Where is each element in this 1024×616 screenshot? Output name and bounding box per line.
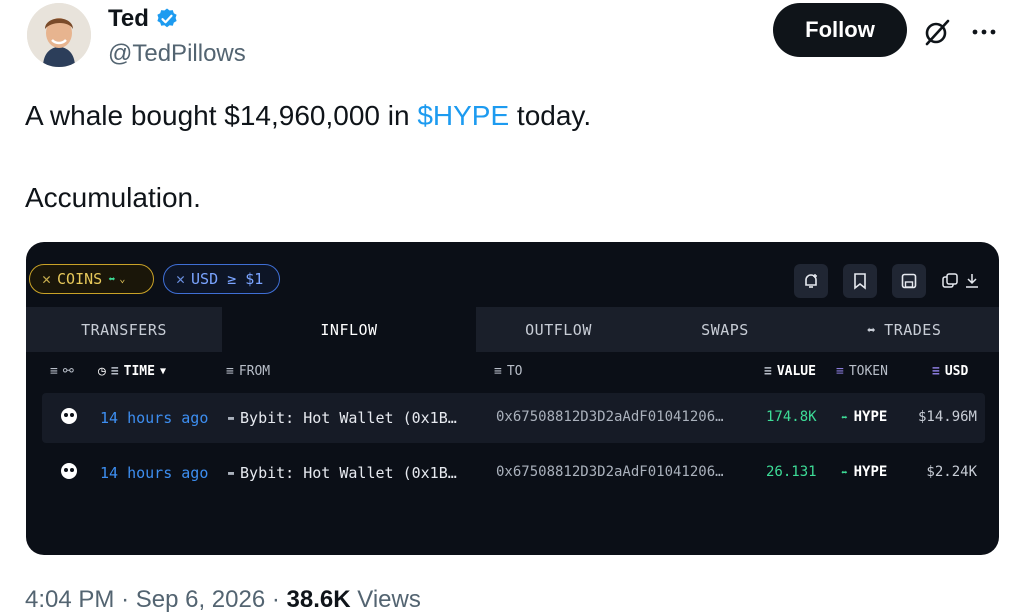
column-header-usd[interactable]: ≡ USD	[932, 364, 968, 379]
column-header-time[interactable]: ◷ ≡ TIME ▼	[98, 364, 166, 379]
row-from[interactable]: ▬ Bybit: Hot Wallet (0x1B…	[228, 464, 457, 482]
bookmark-button[interactable]	[843, 264, 877, 298]
column-header-value[interactable]: ≡ VALUE	[764, 364, 816, 379]
row-token[interactable]: ⬌ HYPE	[841, 464, 887, 480]
filter-link-header[interactable]: ≡ ⚯	[50, 364, 74, 379]
row-from[interactable]: ▬ Bybit: Hot Wallet (0x1B…	[228, 409, 457, 427]
hype-token-icon: ⬌	[108, 272, 116, 286]
bookmark-icon	[854, 273, 866, 290]
coins-filter-label: COINS	[57, 270, 103, 288]
hype-token-icon: ⬌	[841, 465, 848, 479]
entity-icon[interactable]	[60, 462, 78, 480]
views-count: 38.6K	[286, 586, 351, 613]
tweet-text-line2: Accumulation.	[25, 182, 201, 213]
tweet-text: A whale bought $14,960,000 in $HYPE toda…	[25, 97, 592, 213]
row-usd: $2.24K	[926, 464, 977, 480]
hype-token-icon: ⬌	[866, 320, 877, 339]
attached-image-card[interactable]: ✕ COINS ⬌ ⌄ ✕ USD ≥ $1 TRANSFERS INFLOW …	[26, 242, 999, 555]
author-display-name[interactable]: Ted	[108, 5, 179, 33]
table-row[interactable]: 14 hours ago ▬ Bybit: Hot Wallet (0x1B… …	[42, 393, 985, 443]
avatar[interactable]	[27, 3, 91, 67]
author-name-text: Ted	[108, 5, 149, 32]
tweet-date[interactable]: Sep 6, 2026	[136, 586, 265, 613]
row-token-text: HYPE	[853, 464, 888, 480]
table-row[interactable]: 14 hours ago ▬ Bybit: Hot Wallet (0x1B… …	[42, 448, 985, 498]
row-value: 26.131	[766, 464, 817, 480]
row-value: 174.8K	[766, 409, 817, 425]
filter-icon[interactable]: ≡	[836, 364, 844, 379]
remove-filter-icon[interactable]: ✕	[42, 270, 51, 288]
column-header-to[interactable]: ≡ TO	[494, 364, 522, 379]
row-token[interactable]: ⬌ HYPE	[841, 409, 887, 425]
link-icon[interactable]: ⚯	[63, 364, 74, 379]
tab-outflow[interactable]: OUTFLOW	[476, 307, 641, 352]
chevron-down-icon[interactable]: ⌄	[119, 274, 125, 285]
filter-icon[interactable]: ≡	[764, 364, 772, 379]
clock-icon: ◷	[98, 364, 106, 379]
save-button[interactable]	[892, 264, 926, 298]
tab-swaps[interactable]: SWAPS	[641, 307, 809, 352]
remove-filter-icon[interactable]: ✕	[176, 270, 185, 288]
alert-add-icon	[805, 274, 817, 288]
tab-inflow[interactable]: INFLOW	[222, 307, 476, 352]
filter-icon[interactable]: ≡	[494, 364, 502, 379]
row-time[interactable]: 14 hours ago	[100, 409, 208, 427]
tab-trades[interactable]: ⬌ TRADES	[809, 307, 999, 352]
exchange-icon: ▬	[228, 412, 235, 424]
tweet-text-after: today.	[509, 100, 592, 131]
filter-icon[interactable]: ≡	[932, 364, 940, 379]
exchange-icon: ▬	[228, 467, 235, 479]
sort-down-icon[interactable]: ▼	[160, 366, 166, 377]
column-usd-label: USD	[944, 364, 969, 379]
column-to-label: TO	[506, 364, 523, 379]
row-token-text: HYPE	[853, 409, 888, 425]
views-label: Views	[357, 586, 421, 613]
row-from-text: Bybit: Hot Wallet (0x1B…	[240, 464, 457, 482]
row-from-text: Bybit: Hot Wallet (0x1B…	[240, 409, 457, 427]
column-value-label: VALUE	[776, 364, 816, 379]
column-time-label: TIME	[123, 364, 155, 379]
copy-download-button[interactable]	[934, 264, 990, 298]
alert-add-button[interactable]	[794, 264, 828, 298]
cashtag-link[interactable]: $HYPE	[417, 100, 509, 131]
row-to[interactable]: 0x67508812D3D2aAdF01041206…	[496, 464, 724, 480]
copy-download-icon	[942, 273, 978, 288]
verified-badge-icon	[157, 8, 177, 28]
filter-icon[interactable]: ≡	[226, 364, 234, 379]
column-header-token[interactable]: ≡ TOKEN	[836, 364, 888, 379]
usd-filter-label: USD ≥ $1	[191, 270, 264, 288]
tweet-meta: 4:04 PM · Sep 6, 2026 · 38.6K Views	[25, 586, 421, 614]
entity-icon[interactable]	[60, 407, 78, 425]
grok-icon[interactable]	[921, 16, 953, 48]
save-icon	[901, 273, 917, 289]
tab-transfers[interactable]: TRANSFERS	[26, 307, 222, 352]
separator: ·	[121, 586, 130, 613]
table-header: ≡ ⚯ ◷ ≡ TIME ▼ ≡ FROM ≡ TO ≡ VALUE ≡ TOK…	[26, 352, 999, 392]
more-icon[interactable]	[968, 16, 1000, 48]
tweet-text-before: A whale bought $14,960,000 in	[25, 100, 418, 131]
row-time[interactable]: 14 hours ago	[100, 464, 208, 482]
tab-bar: TRANSFERS INFLOW OUTFLOW SWAPS ⬌ TRADES	[26, 307, 999, 352]
tab-trades-label: TRADES	[884, 320, 942, 339]
column-header-from[interactable]: ≡ FROM	[226, 364, 270, 379]
filter-icon[interactable]: ≡	[111, 364, 119, 379]
row-usd: $14.96M	[917, 409, 977, 425]
separator: ·	[271, 586, 280, 613]
coins-filter-chip[interactable]: ✕ COINS ⬌ ⌄	[29, 264, 154, 294]
filter-icon[interactable]: ≡	[50, 364, 58, 379]
hype-token-icon: ⬌	[841, 410, 848, 424]
column-token-label: TOKEN	[848, 364, 888, 379]
row-to[interactable]: 0x67508812D3D2aAdF01041206…	[496, 409, 724, 425]
tweet-time[interactable]: 4:04 PM	[25, 586, 114, 613]
usd-filter-chip[interactable]: ✕ USD ≥ $1	[163, 264, 280, 294]
author-handle[interactable]: @TedPillows	[108, 40, 246, 68]
column-from-label: FROM	[238, 364, 271, 379]
follow-button[interactable]: Follow	[773, 3, 907, 57]
